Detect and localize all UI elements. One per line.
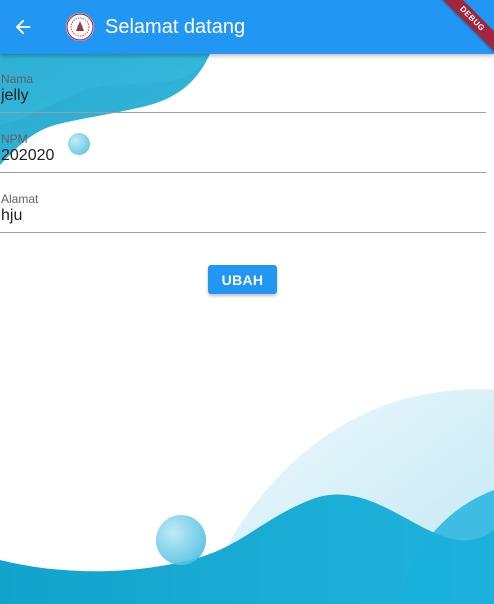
npm-label: NPM bbox=[1, 132, 28, 146]
npm-field[interactable]: NPM bbox=[0, 114, 486, 174]
ubah-button[interactable]: UBAH bbox=[208, 265, 277, 294]
nama-underline bbox=[0, 112, 486, 113]
university-logo-icon bbox=[66, 13, 94, 41]
edit-form: Nama NPM Alamat bbox=[0, 54, 486, 234]
nama-field[interactable]: Nama bbox=[0, 54, 486, 114]
alamat-input[interactable] bbox=[1, 206, 481, 226]
npm-input[interactable] bbox=[1, 146, 481, 166]
page-title: Selamat datang bbox=[105, 16, 246, 38]
alamat-label: Alamat bbox=[1, 192, 39, 206]
alamat-underline bbox=[0, 232, 486, 233]
debug-banner: DEBUG bbox=[431, 0, 494, 54]
npm-underline bbox=[0, 172, 486, 173]
nama-input[interactable] bbox=[1, 86, 481, 106]
alamat-field[interactable]: Alamat bbox=[0, 174, 486, 234]
back-button[interactable] bbox=[9, 13, 37, 41]
app-bar: Selamat datang DEBUG bbox=[0, 0, 494, 54]
arrow-left-icon bbox=[15, 19, 31, 35]
nama-label: Nama bbox=[1, 72, 34, 86]
screen: Selamat datang DEBUG Nama NPM Alamat UBA… bbox=[0, 0, 494, 604]
